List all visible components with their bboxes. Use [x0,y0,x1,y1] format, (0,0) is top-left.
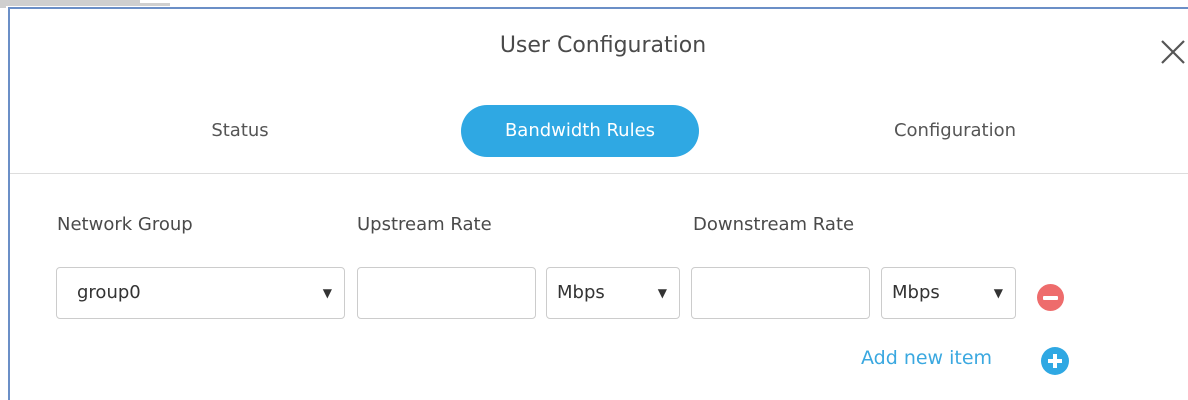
user-configuration-dialog: User Configuration Status Bandwidth Rule… [8,7,1188,400]
background-fragment [0,3,170,6]
network-group-value: group0 [77,282,141,303]
chevron-down-icon: ▼ [993,286,1003,300]
downstream-rate-field[interactable] [691,267,870,319]
upstream-rate-field[interactable] [357,267,536,319]
remove-row-icon[interactable] [1037,284,1064,311]
dialog-title: User Configuration [499,33,707,58]
network-group-select[interactable]: group0 ▼ [56,267,345,319]
upstream-rate-label: Upstream Rate [357,214,492,235]
upstream-unit-select[interactable]: Mbps ▼ [546,267,680,319]
tab-status[interactable]: Status [170,105,310,157]
add-new-item-link[interactable]: Add new item [861,347,992,369]
divider [10,173,1188,174]
close-icon[interactable] [1158,37,1188,67]
downstream-rate-label: Downstream Rate [693,214,855,235]
downstream-unit-select[interactable]: Mbps ▼ [881,267,1016,319]
tab-configuration[interactable]: Configuration [850,105,1060,157]
background-fragment [0,6,6,8]
chevron-down-icon: ▼ [657,286,667,300]
add-item-icon[interactable] [1041,347,1069,375]
bandwidth-rule-row: group0 ▼ Mbps ▼ Mbps ▼ [10,267,1188,319]
tab-bandwidth-rules[interactable]: Bandwidth Rules [461,105,699,157]
upstream-unit-value: Mbps [557,282,605,303]
upstream-rate-input[interactable] [358,268,535,318]
downstream-rate-input[interactable] [692,268,869,318]
chevron-down-icon: ▼ [322,286,332,300]
tab-bar: Status Bandwidth Rules Configuration [10,105,1188,157]
network-group-label: Network Group [57,214,193,235]
downstream-unit-value: Mbps [892,282,940,303]
